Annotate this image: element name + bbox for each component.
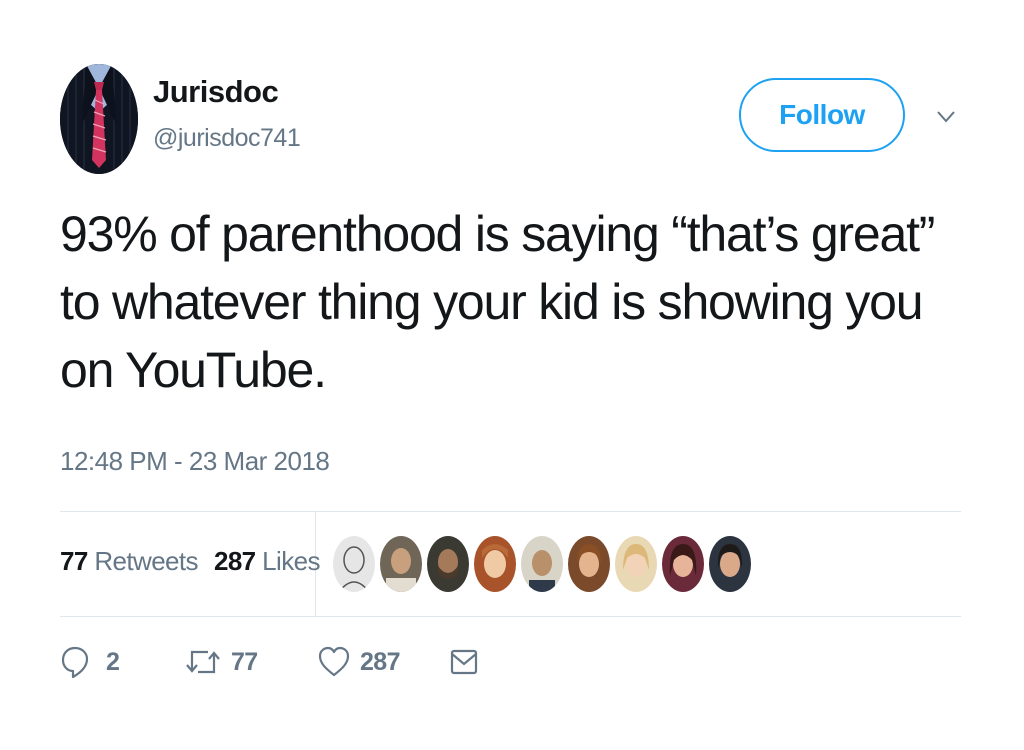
- liker-avatar[interactable]: [709, 536, 751, 592]
- liker-avatar[interactable]: [615, 536, 657, 592]
- divider-bottom: [60, 616, 961, 617]
- reply-button[interactable]: 2: [60, 644, 184, 680]
- retweets-label: Retweets: [94, 546, 198, 576]
- follow-button[interactable]: Follow: [739, 78, 905, 152]
- liker-avatar[interactable]: [568, 536, 610, 592]
- like-count: 287: [360, 647, 401, 676]
- liker-avatar[interactable]: [333, 536, 375, 592]
- retweet-icon: [184, 644, 222, 680]
- user-handle[interactable]: @jurisdoc741: [153, 124, 301, 153]
- reply-icon: [60, 644, 90, 680]
- likes-stat[interactable]: 287 Likes: [213, 546, 321, 577]
- liker-avatar[interactable]: [662, 536, 704, 592]
- liker-avatar[interactable]: [521, 536, 563, 592]
- tweet-stats: 77 Retweets 287 Likes: [60, 546, 320, 577]
- avatar[interactable]: [60, 64, 138, 174]
- reply-count: 2: [106, 647, 120, 676]
- tweet-timestamp[interactable]: 12:48 PM - 23 Mar 2018: [60, 446, 330, 477]
- liker-avatars: [333, 536, 751, 592]
- direct-message-icon: [449, 644, 479, 680]
- retweet-button[interactable]: 77: [184, 644, 317, 680]
- like-button[interactable]: 287: [317, 644, 449, 680]
- chevron-down-icon[interactable]: [934, 104, 958, 128]
- retweets-stat[interactable]: 77 Retweets: [60, 546, 199, 577]
- likes-count: 287: [213, 546, 256, 576]
- like-icon: [317, 644, 351, 680]
- retweet-count: 77: [231, 647, 258, 676]
- divider-top: [60, 511, 961, 512]
- liker-avatar[interactable]: [427, 536, 469, 592]
- liker-avatar[interactable]: [380, 536, 422, 592]
- display-name[interactable]: Jurisdoc: [153, 74, 279, 110]
- likes-label: Likes: [262, 546, 320, 576]
- direct-message-button[interactable]: [449, 644, 479, 680]
- tweet-text: 93% of parenthood is saying “that’s grea…: [60, 206, 935, 398]
- action-bar: 2 77 287: [60, 644, 479, 680]
- liker-avatar[interactable]: [474, 536, 516, 592]
- retweets-count: 77: [60, 546, 88, 576]
